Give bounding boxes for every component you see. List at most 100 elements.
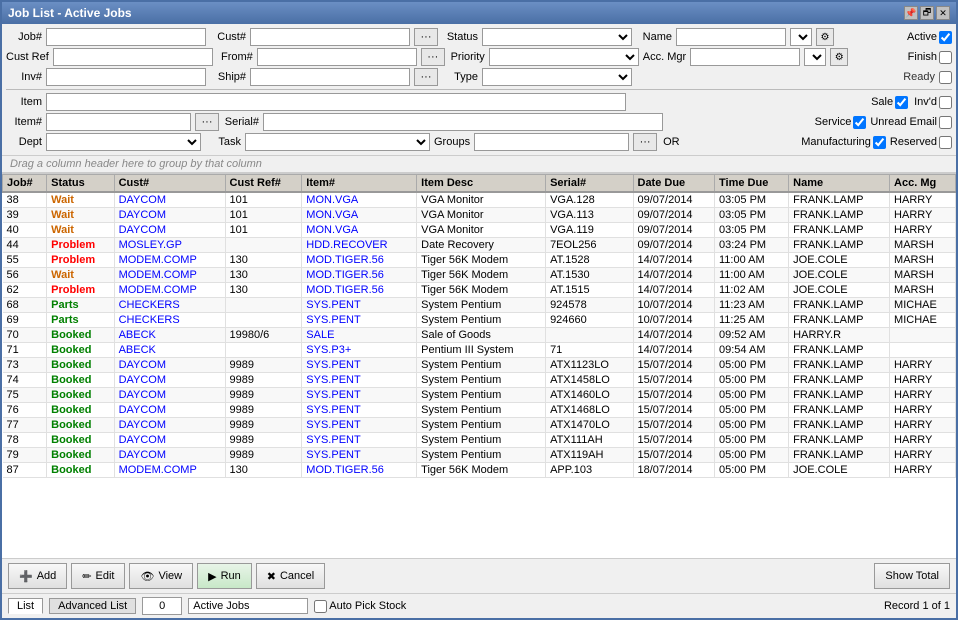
active-jobs-input[interactable]: [188, 598, 308, 614]
ready-label: Ready: [903, 71, 935, 83]
col-job[interactable]: Job#: [3, 175, 47, 193]
cell-date: 15/07/2014: [633, 403, 715, 418]
table-container[interactable]: Job# Status Cust# Cust Ref# Item# Item D…: [2, 173, 956, 558]
table-row[interactable]: 71 Booked ABECK SYS.P3+ Pentium III Syst…: [3, 343, 956, 358]
service-checkbox[interactable]: [853, 116, 866, 129]
table-row[interactable]: 78 Booked DAYCOM 9989 SYS.PENT System Pe…: [3, 433, 956, 448]
finish-checkbox[interactable]: [939, 51, 952, 64]
table-row[interactable]: 75 Booked DAYCOM 9989 SYS.PENT System Pe…: [3, 388, 956, 403]
table-row[interactable]: 74 Booked DAYCOM 9989 SYS.PENT System Pe…: [3, 373, 956, 388]
table-row[interactable]: 79 Booked DAYCOM 9989 SYS.PENT System Pe…: [3, 448, 956, 463]
name-input[interactable]: [676, 28, 786, 46]
table-row[interactable]: 69 Parts CHECKERS SYS.PENT System Pentiu…: [3, 313, 956, 328]
run-button[interactable]: ▶ Run: [197, 563, 252, 589]
table-row[interactable]: 70 Booked ABECK 19980/6 SALE Sale of Goo…: [3, 328, 956, 343]
col-serial[interactable]: Serial#: [546, 175, 633, 193]
cell-cust: DAYCOM: [114, 403, 225, 418]
cell-accmg: MICHAE: [890, 313, 956, 328]
col-time[interactable]: Time Due: [715, 175, 789, 193]
from-input[interactable]: [257, 48, 417, 66]
edit-button[interactable]: ✏ Edit: [71, 563, 125, 589]
custref-input[interactable]: [53, 48, 213, 66]
table-row[interactable]: 38 Wait DAYCOM 101 MON.VGA VGA Monitor V…: [3, 192, 956, 208]
manufacturing-label: Manufacturing: [801, 136, 871, 148]
table-row[interactable]: 73 Booked DAYCOM 9989 SYS.PENT System Pe…: [3, 358, 956, 373]
inv-input[interactable]: [46, 68, 206, 86]
invd-checkbox[interactable]: [939, 96, 952, 109]
cust-dots-button[interactable]: ···: [414, 28, 438, 46]
cell-item: SYS.PENT: [302, 403, 417, 418]
cancel-button[interactable]: ✖ Cancel: [256, 563, 325, 589]
name-select[interactable]: [790, 28, 812, 46]
serial-input[interactable]: [263, 113, 663, 131]
view-button[interactable]: 👁 View: [129, 563, 193, 589]
number-input[interactable]: [142, 597, 182, 615]
table-row[interactable]: 44 Problem MOSLEY.GP HDD.RECOVER Date Re…: [3, 238, 956, 253]
table-row[interactable]: 55 Problem MODEM.COMP 130 MOD.TIGER.56 T…: [3, 253, 956, 268]
reserved-checkbox[interactable]: [939, 136, 952, 149]
name-cog-button[interactable]: ⚙: [816, 28, 834, 46]
cell-custref: [225, 343, 302, 358]
restore-button[interactable]: 🗗: [920, 6, 934, 20]
item-dots-button[interactable]: ···: [195, 113, 219, 131]
job-input[interactable]: [46, 28, 206, 46]
col-status[interactable]: Status: [47, 175, 114, 193]
table-row[interactable]: 68 Parts CHECKERS SYS.PENT System Pentiu…: [3, 298, 956, 313]
col-custref[interactable]: Cust Ref#: [225, 175, 302, 193]
accmgr-input[interactable]: [690, 48, 800, 66]
add-button[interactable]: ➕ Add: [8, 563, 67, 589]
toolbar: Job# Cust# ··· Status Name ⚙ Active Cust…: [2, 24, 956, 156]
unread-email-checkbox[interactable]: [939, 116, 952, 129]
cell-date: 10/07/2014: [633, 298, 715, 313]
manufacturing-checkbox[interactable]: [873, 136, 886, 149]
from-dots-button[interactable]: ···: [421, 48, 445, 66]
table-row[interactable]: 76 Booked DAYCOM 9989 SYS.PENT System Pe…: [3, 403, 956, 418]
col-name[interactable]: Name: [789, 175, 890, 193]
col-item[interactable]: Item#: [302, 175, 417, 193]
accmgr-select[interactable]: [804, 48, 826, 66]
cell-job: 75: [3, 388, 47, 403]
type-select[interactable]: [482, 68, 632, 86]
ship-dots-button[interactable]: ···: [414, 68, 438, 86]
priority-select[interactable]: [489, 48, 639, 66]
dept-label: Dept: [6, 136, 42, 148]
groups-dots-button[interactable]: ···: [633, 133, 657, 151]
cust-input[interactable]: [250, 28, 410, 46]
task-select[interactable]: [245, 133, 430, 151]
inv-label: Inv#: [6, 71, 42, 83]
table-row[interactable]: 56 Wait MODEM.COMP 130 MOD.TIGER.56 Tige…: [3, 268, 956, 283]
table-row[interactable]: 87 Booked MODEM.COMP 130 MOD.TIGER.56 Ti…: [3, 463, 956, 478]
table-row[interactable]: 62 Problem MODEM.COMP 130 MOD.TIGER.56 T…: [3, 283, 956, 298]
col-date[interactable]: Date Due: [633, 175, 715, 193]
form-row-1: Job# Cust# ··· Status Name ⚙ Active: [6, 27, 952, 47]
dept-select[interactable]: [46, 133, 201, 151]
ship-input[interactable]: [250, 68, 410, 86]
col-desc[interactable]: Item Desc: [417, 175, 546, 193]
item-hash-input[interactable]: [46, 113, 191, 131]
show-total-button[interactable]: Show Total: [874, 563, 950, 589]
sale-checkbox[interactable]: [895, 96, 908, 109]
cell-cust: DAYCOM: [114, 448, 225, 463]
active-checkbox[interactable]: [939, 31, 952, 44]
status-bar: List Advanced List Auto Pick Stock Recor…: [2, 593, 956, 618]
accmgr-cog-button[interactable]: ⚙: [830, 48, 848, 66]
pin-button[interactable]: 📌: [904, 6, 918, 20]
custref-label: Cust Ref: [6, 51, 49, 63]
table-row[interactable]: 40 Wait DAYCOM 101 MON.VGA VGA Monitor V…: [3, 223, 956, 238]
item-search-input[interactable]: [46, 93, 626, 111]
table-row[interactable]: 77 Booked DAYCOM 9989 SYS.PENT System Pe…: [3, 418, 956, 433]
advanced-list-tab[interactable]: Advanced List: [49, 598, 136, 614]
col-cust[interactable]: Cust#: [114, 175, 225, 193]
drag-header: Drag a column header here to group by th…: [2, 156, 956, 173]
groups-input[interactable]: [474, 133, 629, 151]
auto-pick-checkbox[interactable]: [314, 600, 327, 613]
close-button[interactable]: ✕: [936, 6, 950, 20]
cell-name: FRANK.LAMP: [789, 388, 890, 403]
status-select[interactable]: [482, 28, 632, 46]
col-accmg[interactable]: Acc. Mg: [890, 175, 956, 193]
ready-checkbox[interactable]: [939, 71, 952, 84]
service-label: Service: [815, 116, 852, 128]
list-tab[interactable]: List: [8, 598, 43, 614]
table-row[interactable]: 39 Wait DAYCOM 101 MON.VGA VGA Monitor V…: [3, 208, 956, 223]
cell-item: MON.VGA: [302, 208, 417, 223]
